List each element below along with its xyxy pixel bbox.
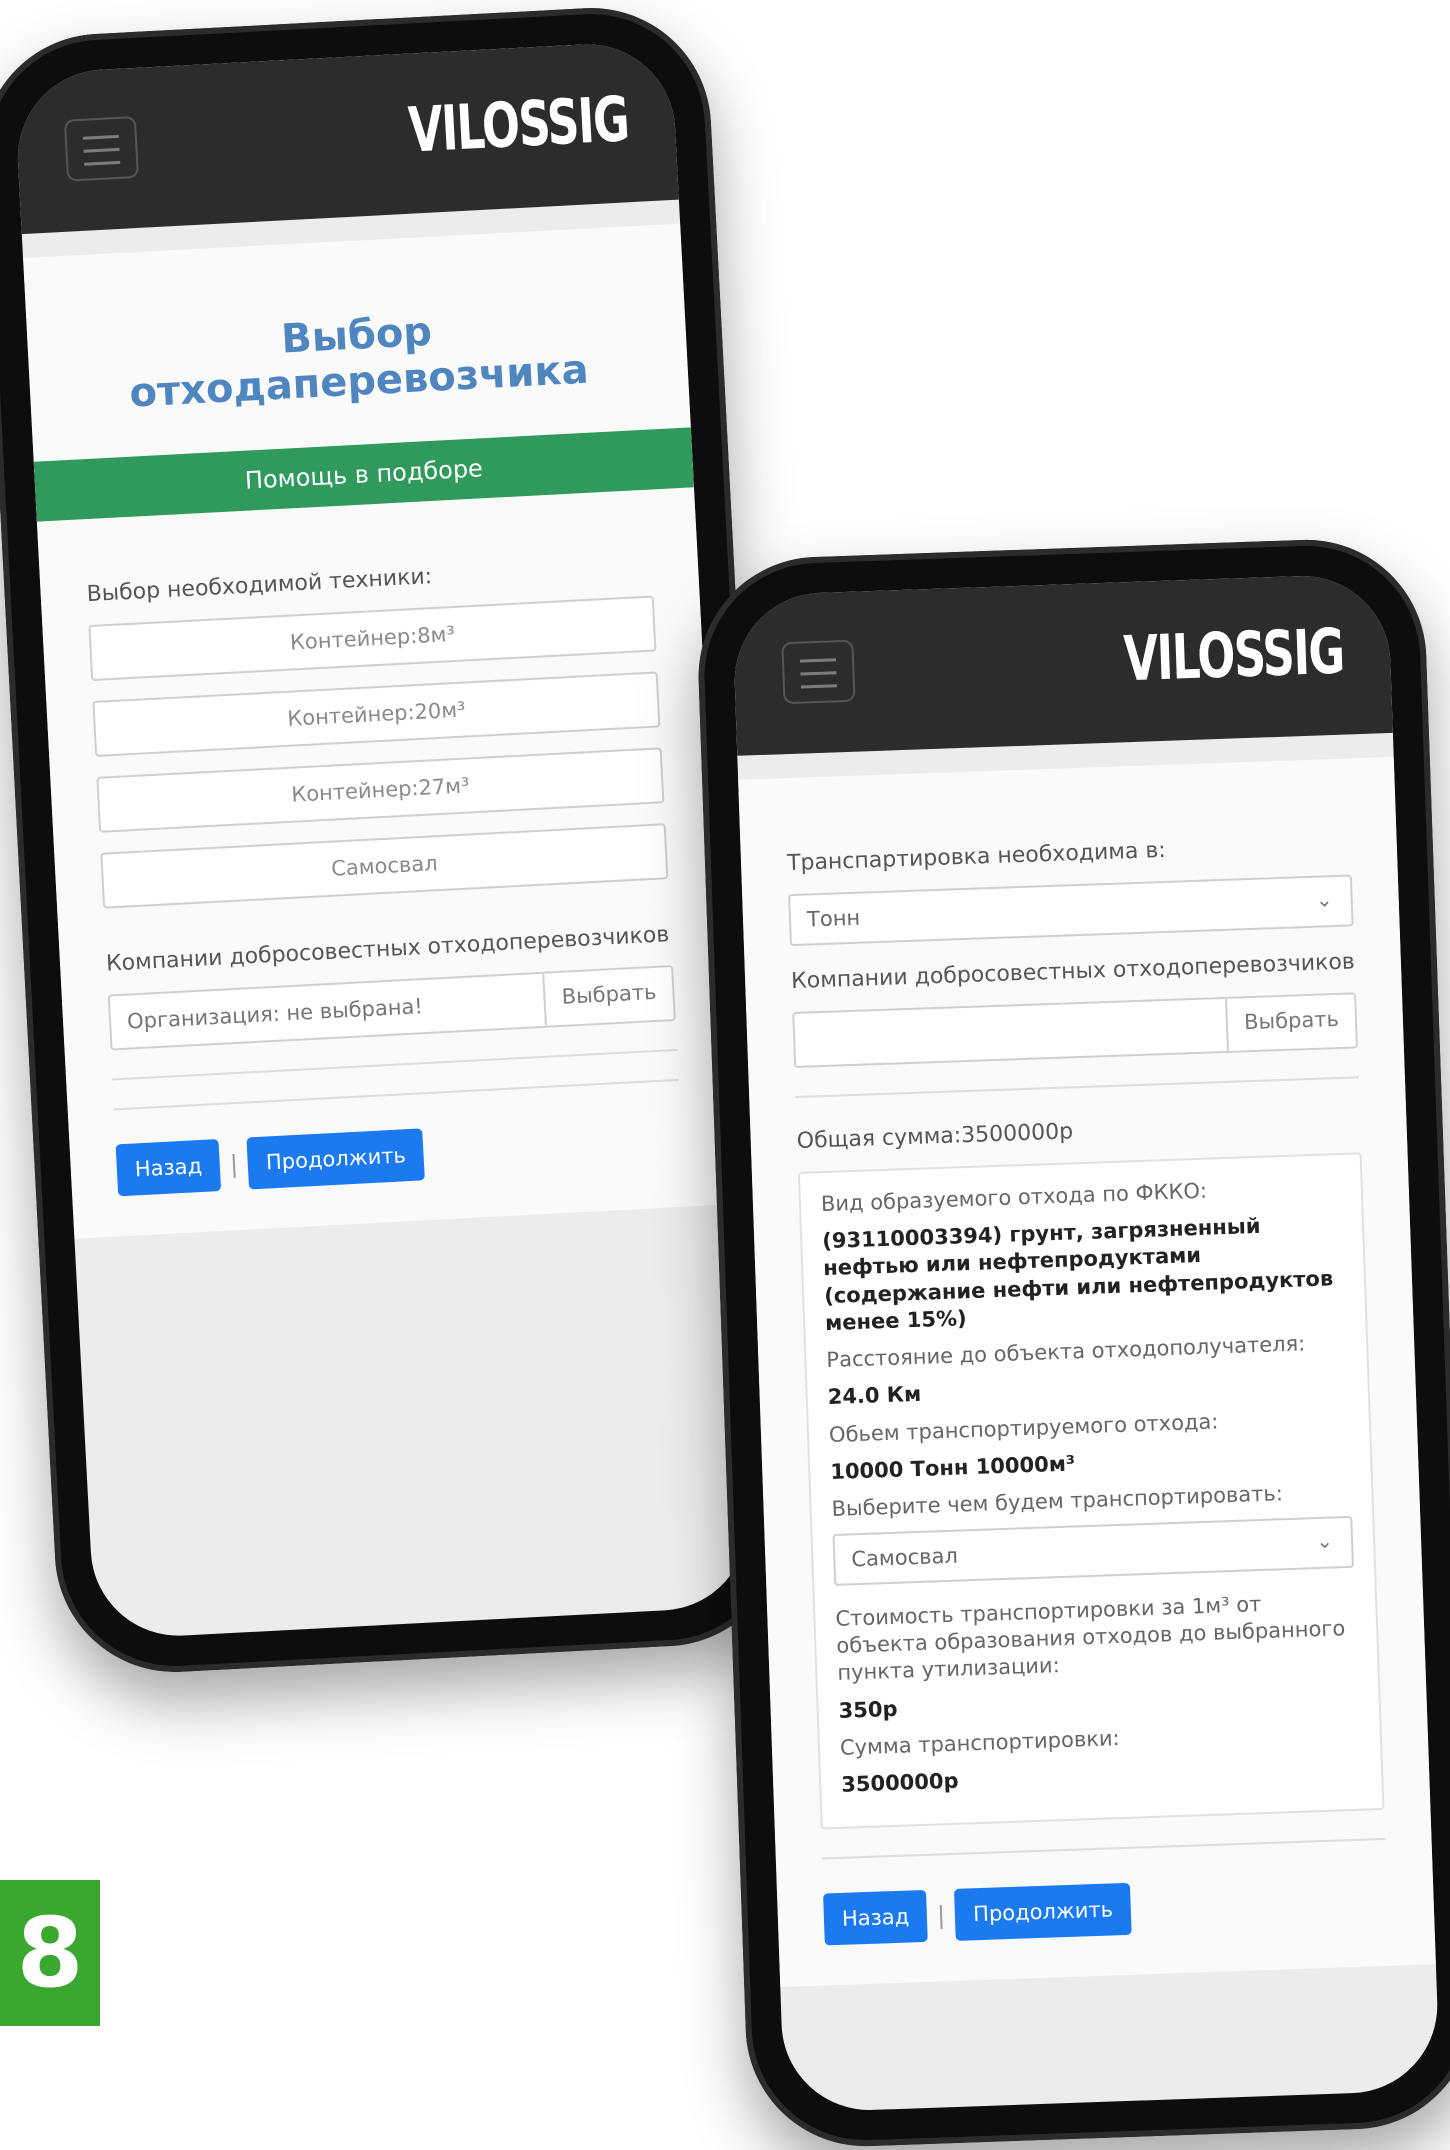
- org-input-group: Выбрать: [107, 964, 676, 1051]
- cost-value: 350р: [838, 1696, 898, 1723]
- equipment-option[interactable]: Контейнер:8м³: [88, 595, 657, 681]
- summary-card: Вид образуемого отхода по ФККО: (9311000…: [797, 1151, 1385, 1830]
- divider: [112, 1048, 678, 1081]
- sum-value: 3500000р: [840, 1768, 959, 1797]
- continue-button[interactable]: Продолжить: [954, 1883, 1132, 1942]
- phone-right: VILOSSIG Транспартировка необходима в: Т…: [694, 535, 1450, 2150]
- app-header: VILOSSIG: [731, 573, 1393, 756]
- chevron-down-icon: ⌄: [1315, 1528, 1334, 1553]
- select-org-button[interactable]: Выбрать: [542, 966, 674, 1026]
- main-content: Выбор отходаперевозчика Помощь в подборе…: [23, 223, 732, 1239]
- button-separator: |: [229, 1149, 239, 1179]
- org-input[interactable]: [109, 973, 546, 1049]
- sum-label: Сумма транспортировки:: [839, 1725, 1121, 1760]
- equipment-option[interactable]: Контейнер:27м³: [96, 747, 665, 833]
- vehicle-select-value: Самосвал: [850, 1543, 959, 1571]
- back-button[interactable]: Назад: [115, 1138, 222, 1197]
- hamburger-icon[interactable]: [781, 639, 856, 705]
- screen-left: VILOSSIG Выбор отходаперевозчика Помощь …: [13, 39, 753, 1641]
- form-actions: Назад | Продолжить: [823, 1874, 1388, 1946]
- select-org-button[interactable]: Выбрать: [1225, 994, 1356, 1051]
- cost-label: Стоимость транспортировки за 1м³ от объе…: [835, 1591, 1346, 1686]
- volume-label: Обьем транспортируемого отхода:: [828, 1409, 1219, 1447]
- page-title: Выбор отходаперевозчика: [128, 308, 590, 417]
- form-actions: Назад | Продолжить: [115, 1115, 684, 1197]
- volume-value: 10000 Тонн 10000м³: [829, 1451, 1076, 1485]
- waste-type-label: Вид образуемого отхода по ФККО:: [820, 1178, 1208, 1216]
- distance-label: Расстояние до объекта отходополучателя:: [826, 1331, 1306, 1373]
- main-content: Транспартировка необходима в: Тонн ⌄ Ком…: [738, 756, 1436, 1988]
- divider: [821, 1838, 1386, 1860]
- distance-value: 24.0 Км: [827, 1382, 922, 1410]
- equipment-option[interactable]: Контейнер:20м³: [92, 671, 661, 757]
- equipment-option[interactable]: Самосвал: [100, 823, 669, 909]
- companies-label: Компании добросовестных отходоперевозчик…: [790, 949, 1356, 994]
- app-header: VILOSSIG: [13, 39, 679, 235]
- brand-logo: VILOSSIG: [1122, 614, 1346, 696]
- waste-type-value: (93110003394) грунт, загрязненный нефтью…: [821, 1213, 1334, 1335]
- phone-left: VILOSSIG Выбор отходаперевозчика Помощь …: [0, 2, 791, 1678]
- back-button[interactable]: Назад: [823, 1890, 929, 1946]
- unit-select[interactable]: Тонн ⌄: [788, 874, 1354, 946]
- vehicle-select[interactable]: Самосвал ⌄: [832, 1515, 1354, 1586]
- continue-button[interactable]: Продолжить: [246, 1128, 426, 1190]
- brand-logo: VILOSSIG: [406, 82, 631, 167]
- screen-right: VILOSSIG Транспартировка необходима в: Т…: [731, 573, 1441, 2113]
- org-input[interactable]: [794, 998, 1228, 1066]
- total-sum: Общая сумма:3500000р: [796, 1119, 1074, 1154]
- transport-label: Транспартировка необходима в:: [786, 837, 1167, 877]
- divider: [113, 1078, 679, 1111]
- slide-number-badge: 8: [0, 1880, 100, 2026]
- divider: [795, 1076, 1359, 1098]
- vehicle-label: Выберите чем будем транспортировать:: [831, 1481, 1284, 1522]
- hamburger-icon[interactable]: [63, 115, 140, 182]
- unit-select-value: Тонн: [806, 905, 861, 932]
- button-separator: |: [936, 1901, 946, 1930]
- org-input-group: Выбрать: [792, 992, 1358, 1068]
- chevron-down-icon: ⌄: [1315, 887, 1334, 912]
